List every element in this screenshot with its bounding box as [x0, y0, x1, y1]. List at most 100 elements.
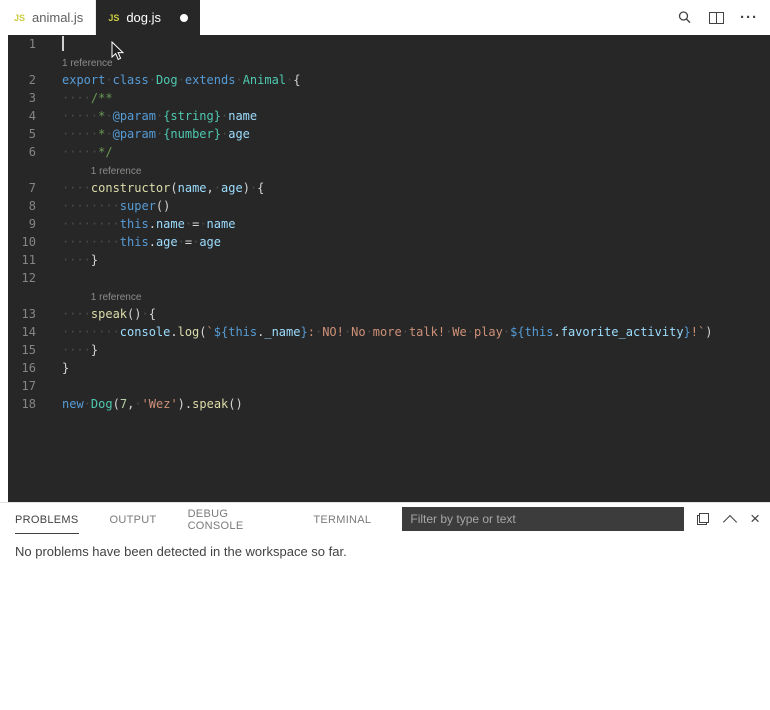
- code-line[interactable]: 11 ····}: [8, 251, 770, 269]
- line-number: 14: [8, 323, 36, 341]
- code-token: _name: [264, 325, 300, 339]
- code-line[interactable]: 15····}: [8, 341, 770, 359]
- code-token: }: [62, 361, 69, 375]
- code-token: age: [156, 235, 178, 249]
- js-file-icon: JS: [14, 13, 25, 23]
- code-token: Animal: [243, 73, 286, 87]
- code-line[interactable]: 1: [8, 35, 770, 53]
- js-file-icon: JS: [108, 13, 119, 23]
- code-token: super: [120, 199, 156, 213]
- bottom-panel: PROBLEMS OUTPUT DEBUG CONSOLE TERMINAL ×…: [0, 502, 770, 710]
- codelens-content: 1 reference: [62, 287, 141, 305]
- split-editor-icon[interactable]: [709, 12, 724, 24]
- code-content: ·····*·@param·{number}·age: [62, 125, 250, 143]
- tab-animal-js[interactable]: JS animal.js: [0, 0, 96, 35]
- code-line[interactable]: 8········super(): [8, 197, 770, 215]
- codelens-content: 1 reference: [62, 161, 141, 179]
- line-number: 13: [8, 305, 36, 323]
- code-line[interactable]: 3····/**: [8, 89, 770, 107]
- codelens-content: 1 reference: [62, 53, 113, 71]
- code-token: class: [113, 73, 149, 87]
- code-content: ·····*·@param·{string}·name: [62, 107, 257, 125]
- code-token: talk!: [409, 325, 445, 339]
- code-token: name: [178, 181, 207, 195]
- problems-empty-message: No problems have been detected in the wo…: [0, 535, 770, 559]
- code-token: ·····: [62, 145, 98, 159]
- code-line[interactable]: 13 ····speak()·{: [8, 305, 770, 323]
- copy-icon[interactable]: [696, 512, 710, 526]
- code-content: ····constructor(name,·age)·{: [62, 179, 264, 197]
- panel-tab-output[interactable]: OUTPUT: [110, 505, 157, 533]
- panel-tab-problems[interactable]: PROBLEMS: [15, 505, 79, 534]
- code-token: }: [684, 325, 691, 339]
- code-line[interactable]: 7····constructor(name,·age)·{: [8, 179, 770, 197]
- code-token: favorite_activity: [561, 325, 684, 339]
- line-number: 5: [8, 125, 36, 143]
- line-number: 8: [8, 197, 36, 215]
- code-token: name: [228, 109, 257, 123]
- codelens-reference-link[interactable]: 1 reference: [62, 58, 113, 69]
- tab-dog-js[interactable]: JS dog.js: [96, 0, 200, 35]
- code-token: (: [113, 397, 120, 411]
- code-token: {: [257, 181, 264, 195]
- code-token: ·: [178, 235, 185, 249]
- line-number: 12: [8, 269, 36, 287]
- code-token: ·: [402, 325, 409, 339]
- code-token: {number}: [163, 127, 221, 141]
- code-line[interactable]: 14········console.log(`${this._name}:·NO…: [8, 323, 770, 341]
- code-line[interactable]: 9········this.name·=·name: [8, 215, 770, 233]
- code-token: log: [178, 325, 200, 339]
- code-token: ·: [105, 73, 112, 87]
- code-line[interactable]: 12: [8, 269, 770, 287]
- panel-tab-terminal[interactable]: TERMINAL: [313, 505, 371, 533]
- code-token: */: [98, 145, 112, 159]
- code-token: ·: [105, 127, 112, 141]
- codelens-reference-link[interactable]: 1 reference: [91, 166, 142, 177]
- panel-tab-debug-console[interactable]: DEBUG CONSOLE: [188, 499, 283, 539]
- code-token: }: [91, 343, 98, 357]
- code-token: ····: [62, 181, 91, 195]
- code-line[interactable]: 4·····*·@param·{string}·name: [8, 107, 770, 125]
- close-icon[interactable]: ×: [750, 513, 760, 525]
- code-token: (: [170, 181, 177, 195]
- problems-filter-input[interactable]: [402, 507, 684, 531]
- code-token: ····: [62, 343, 91, 357]
- more-actions-icon[interactable]: ···: [740, 13, 758, 23]
- panel-actions: ×: [696, 512, 760, 527]
- code-token: speak: [91, 307, 127, 321]
- tab-label-dog: dog.js: [126, 10, 161, 25]
- code-content: [62, 35, 64, 53]
- code-token: speak: [192, 397, 228, 411]
- editor-tab-bar: JS animal.js JS dog.js ···: [0, 0, 770, 35]
- codelens-row[interactable]: 1 reference: [8, 161, 770, 179]
- codelens-row[interactable]: 1 reference: [8, 287, 770, 305]
- codelens-reference-link[interactable]: 1 reference: [91, 292, 142, 303]
- code-line[interactable]: 6·····*/: [8, 143, 770, 161]
- code-token: 'Wez': [142, 397, 178, 411]
- code-area[interactable]: 11 reference2export·class·Dog·extends·An…: [8, 35, 770, 502]
- codelens-row[interactable]: 1 reference: [8, 53, 770, 71]
- code-content: ····}: [62, 251, 98, 269]
- line-number: [8, 53, 36, 71]
- chevron-up-icon[interactable]: [723, 514, 737, 528]
- line-number: 10: [8, 233, 36, 251]
- code-line[interactable]: 16}: [8, 359, 770, 377]
- tab-bar-spacer: [200, 0, 677, 35]
- code-token: .: [149, 235, 156, 249]
- code-line[interactable]: 5·····*·@param·{number}·age: [8, 125, 770, 143]
- open-changes-icon[interactable]: [677, 10, 693, 26]
- code-line[interactable]: 17: [8, 377, 770, 395]
- code-token: (: [199, 325, 206, 339]
- left-strip: [0, 35, 8, 502]
- code-token: .: [149, 217, 156, 231]
- code-line[interactable]: 10········this.age·=·age: [8, 233, 770, 251]
- code-token: console: [120, 325, 171, 339]
- code-token: `: [207, 325, 214, 339]
- code-token: ·····: [62, 109, 98, 123]
- code-token: this: [228, 325, 257, 339]
- code-line[interactable]: 18new·Dog(7,·'Wez').speak(): [8, 395, 770, 413]
- line-number: 18: [8, 395, 36, 413]
- code-content: ····speak()·{: [62, 305, 156, 323]
- line-number: 11: [8, 251, 36, 269]
- code-line[interactable]: 2export·class·Dog·extends·Animal·{: [8, 71, 770, 89]
